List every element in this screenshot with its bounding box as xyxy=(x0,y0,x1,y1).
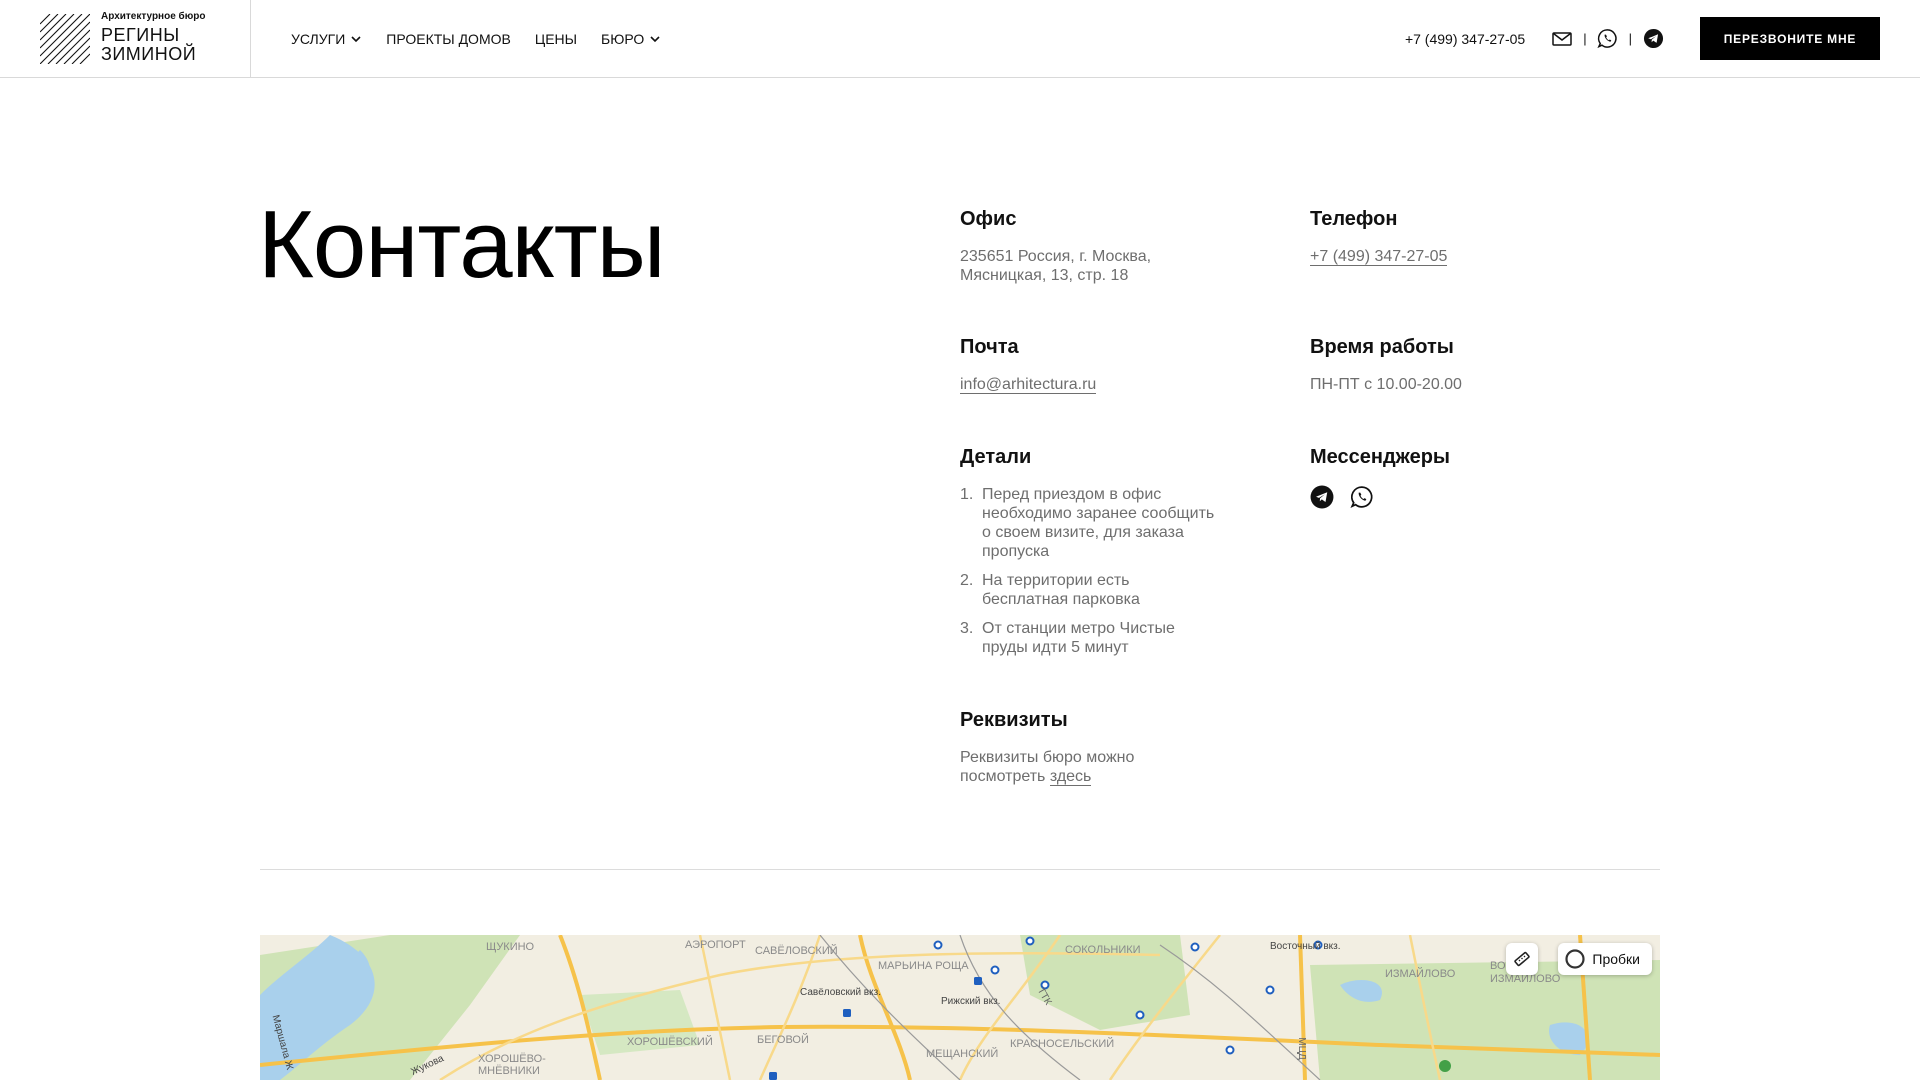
requisites-block: Реквизиты Реквизиты бюро можно посмотрет… xyxy=(960,709,1160,786)
nav-item-label: БЮРО xyxy=(601,30,645,47)
chevron-down-icon xyxy=(650,35,660,42)
mail-icon[interactable] xyxy=(1551,28,1573,50)
office-title: Офис xyxy=(960,208,1017,230)
header-phone-link[interactable]: +7 (499) 347-27-05 xyxy=(1405,31,1525,47)
logo-mark-icon xyxy=(40,14,90,64)
details-list: 1. Перед приездом в офис необходимо заран… xyxy=(960,485,1220,657)
logo[interactable]: Архитектурное бюро РЕГИНЫ ЗИМИНОЙ xyxy=(0,0,251,77)
whatsapp-icon[interactable] xyxy=(1350,485,1374,514)
nav-item-label: ЦЕНЫ xyxy=(534,30,578,47)
telegram-icon[interactable] xyxy=(1310,485,1334,514)
mail-block: Почта info@arhitectura.ru xyxy=(960,336,1220,394)
divider xyxy=(260,869,1660,870)
hours-title: Время работы xyxy=(1310,336,1454,358)
logo-name: РЕГИНЫ ЗИМИНОЙ xyxy=(101,25,197,64)
logo-caption: Архитектурное бюро xyxy=(101,11,206,22)
header-contacts: +7 (499) 347-27-05 | | ПЕРЕЗВОНИТЕ МНЕ xyxy=(1405,0,1880,77)
office-block: Офис 235651 Россия, г. Москва, Мясницкая… xyxy=(960,208,1190,285)
site-header: Архитектурное бюро РЕГИНЫ ЗИМИНОЙ УСЛУГИ… xyxy=(0,0,1920,78)
requisites-title: Реквизиты xyxy=(960,709,1068,731)
page-title: Контакты xyxy=(258,191,666,298)
separator: | xyxy=(1583,31,1587,46)
main-nav: УСЛУГИ ПРОЕКТЫ ДОМОВ ЦЕНЫ БЮРО xyxy=(291,0,661,77)
list-item: 1. Перед приездом в офис необходимо заран… xyxy=(960,486,1215,560)
traffic-label: Пробки xyxy=(1592,951,1640,967)
phone-title: Телефон xyxy=(1310,208,1398,230)
ruler-icon xyxy=(1514,951,1530,967)
details-block: Детали 1. Перед приездом в офис необходим… xyxy=(960,446,1220,667)
nav-item-bureau[interactable]: БЮРО xyxy=(601,31,661,47)
hours-value: ПН-ПТ с 10.00-20.00 xyxy=(1310,376,1462,393)
whatsapp-icon[interactable] xyxy=(1597,28,1619,50)
list-item: 2. На территории есть бесплатная парковка xyxy=(960,572,1140,608)
mail-title: Почта xyxy=(960,336,1019,358)
office-address: 235651 Россия, г. Москва, Мясницкая, 13,… xyxy=(960,248,1152,284)
traffic-button[interactable]: Пробки xyxy=(1558,943,1652,975)
requisites-text: Реквизиты бюро можно посмотреть здесь xyxy=(960,749,1135,786)
nav-item-house-projects[interactable]: ПРОЕКТЫ ДОМОВ xyxy=(386,31,511,47)
messengers-title: Мессенджеры xyxy=(1310,446,1450,468)
hours-block: Время работы ПН-ПТ с 10.00-20.00 xyxy=(1310,336,1570,394)
separator: | xyxy=(1628,31,1632,46)
phone-link[interactable]: +7 (499) 347-27-05 xyxy=(1310,248,1448,266)
callback-button[interactable]: ПЕРЕЗВОНИТЕ МНЕ xyxy=(1700,17,1880,60)
telegram-icon[interactable] xyxy=(1642,28,1664,50)
requisites-link[interactable]: здесь xyxy=(1049,768,1092,786)
nav-item-services[interactable]: УСЛУГИ xyxy=(291,31,362,47)
chevron-down-icon xyxy=(351,35,361,42)
list-item: 3. От станции метро Чистые пруды идти 5 м… xyxy=(960,620,1175,656)
traffic-icon xyxy=(1565,949,1585,969)
details-title: Детали xyxy=(960,446,1032,468)
nav-item-label: УСЛУГИ xyxy=(291,30,346,47)
ruler-button[interactable] xyxy=(1506,943,1538,975)
nav-item-label: ПРОЕКТЫ ДОМОВ xyxy=(386,30,511,47)
messengers-block: Мессенджеры xyxy=(1310,446,1570,514)
email-link[interactable]: info@arhitectura.ru xyxy=(960,376,1097,394)
nav-item-prices[interactable]: ЦЕНЫ xyxy=(535,31,577,47)
phone-block: Телефон +7 (499) 347-27-05 xyxy=(1310,208,1570,266)
map[interactable]: ЩУКИНО АЭРОПОРТ САВЁЛОВСКИЙ МАРЬИНА РОЩА… xyxy=(260,935,1660,1080)
